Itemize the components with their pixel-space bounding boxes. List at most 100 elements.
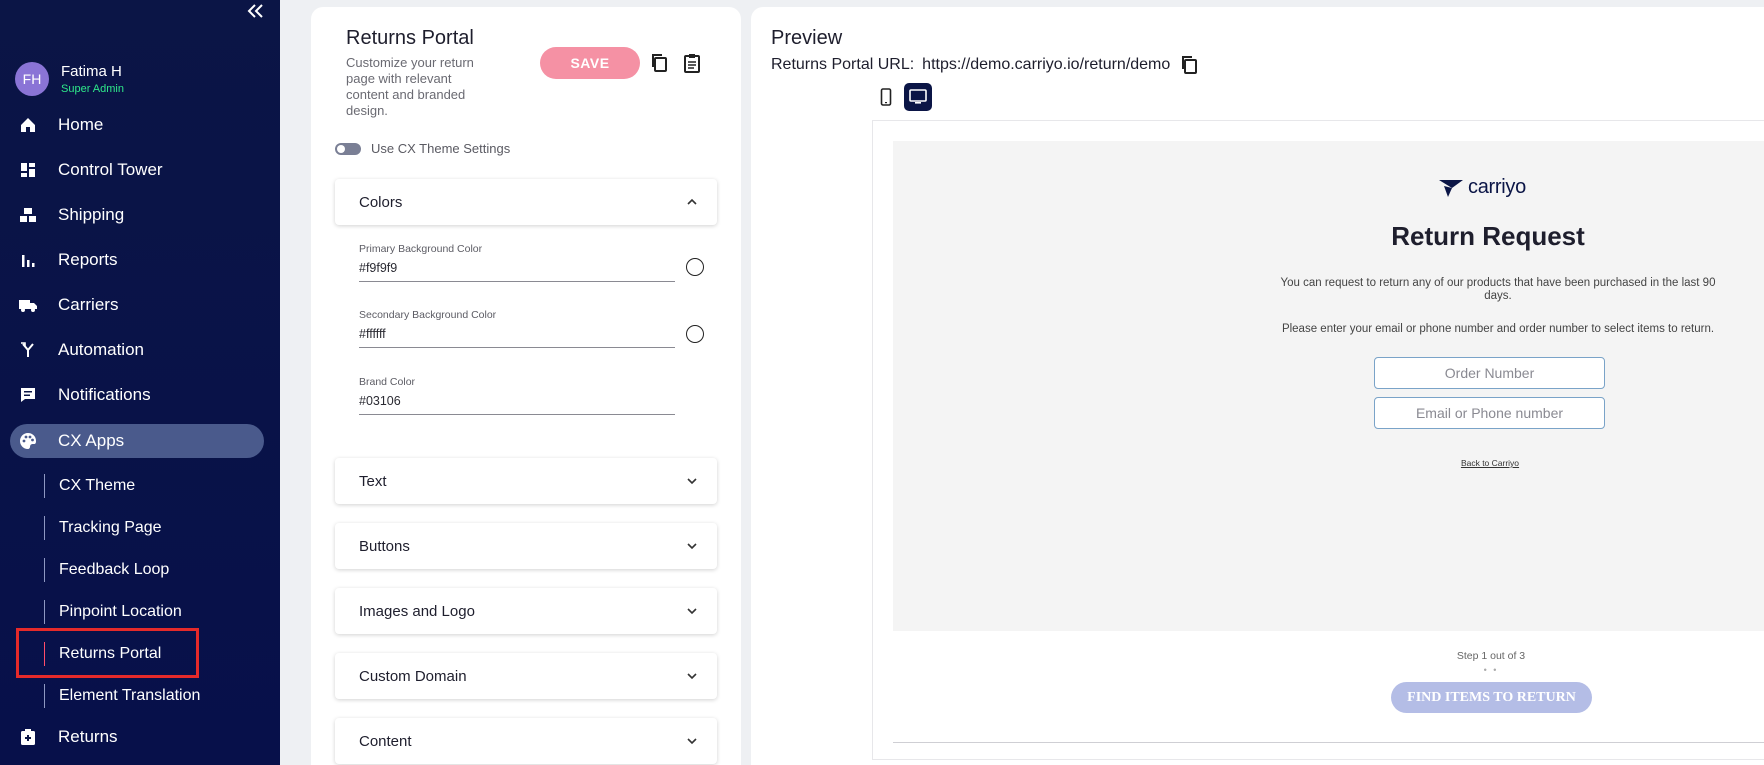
section-label: Images and Logo bbox=[359, 602, 475, 620]
section-label: Buttons bbox=[359, 537, 410, 555]
nav-item-control-tower[interactable]: Control Tower bbox=[10, 153, 264, 187]
chevron-down-icon bbox=[687, 478, 697, 485]
clipboard-icon[interactable] bbox=[681, 52, 703, 74]
avatar: FH bbox=[15, 62, 49, 96]
bar-chart-icon bbox=[18, 250, 38, 270]
returns-icon bbox=[18, 727, 38, 747]
step-indicator: Step 1 out of 3 bbox=[1456, 650, 1526, 662]
copy-url-icon[interactable] bbox=[1180, 55, 1198, 75]
nav-label: Carriers bbox=[58, 295, 119, 314]
url-label: Returns Portal URL: bbox=[771, 56, 915, 73]
chevron-down-icon bbox=[687, 738, 697, 745]
nav-label: Control Tower bbox=[58, 160, 163, 179]
return-request-title: Return Request bbox=[1391, 221, 1585, 251]
nav-item-home[interactable]: Home bbox=[10, 108, 264, 142]
section-label: Text bbox=[359, 472, 387, 490]
chevron-up-icon bbox=[687, 198, 697, 205]
nav-item-returns[interactable]: Returns bbox=[10, 720, 264, 754]
nav-item-carriers[interactable]: Carriers bbox=[10, 288, 264, 322]
step-dots: • • bbox=[1483, 665, 1499, 675]
field-value[interactable]: #ffffff bbox=[359, 327, 675, 348]
sub-item-feedback-loop[interactable]: Feedback Loop bbox=[44, 558, 169, 582]
order-number-input[interactable] bbox=[1374, 357, 1605, 389]
section-text[interactable]: Text bbox=[335, 458, 717, 504]
secondary-bg-color-field[interactable]: Secondary Background Color #ffffff bbox=[359, 309, 675, 348]
cx-theme-toggle[interactable] bbox=[335, 142, 361, 155]
nav-label: Notifications bbox=[58, 385, 151, 404]
nav-label: CX Apps bbox=[58, 431, 125, 450]
sub-item-label: Feedback Loop bbox=[59, 561, 170, 578]
section-images-and-logo[interactable]: Images and Logo bbox=[335, 588, 717, 634]
home-icon bbox=[18, 115, 38, 135]
field-value[interactable]: #03106 bbox=[359, 394, 675, 415]
nav-item-shipping[interactable]: Shipping bbox=[10, 198, 264, 232]
cx-theme-toggle-row: Use CX Theme Settings bbox=[335, 141, 510, 156]
logo-text: carriyo bbox=[1468, 176, 1526, 198]
palette-icon bbox=[18, 431, 38, 451]
divider bbox=[893, 742, 1764, 743]
field-label: Brand Color bbox=[359, 376, 416, 388]
truck-icon bbox=[18, 295, 38, 315]
portal-preview-frame: carriyo Return Request You can request t… bbox=[872, 120, 1764, 760]
nav-item-notifications[interactable]: Notifications bbox=[10, 378, 264, 412]
page-title: Returns Portal bbox=[346, 27, 474, 49]
secondary-color-swatch[interactable] bbox=[686, 325, 704, 343]
nav-label: Reports bbox=[58, 250, 118, 269]
section-label: Content bbox=[359, 732, 412, 750]
nav-item-reports[interactable]: Reports bbox=[10, 243, 264, 277]
sub-item-pinpoint-location[interactable]: Pinpoint Location bbox=[44, 600, 182, 624]
chevron-down-icon bbox=[687, 543, 697, 550]
preview-panel: Preview Returns Portal URL: https://demo… bbox=[751, 7, 1764, 765]
primary-color-swatch[interactable] bbox=[686, 258, 704, 276]
dashboard-icon bbox=[18, 160, 38, 180]
nav-label: Shipping bbox=[58, 205, 125, 224]
user-role: Super Admin bbox=[61, 83, 124, 95]
section-label: Custom Domain bbox=[359, 667, 467, 685]
section-custom-domain[interactable]: Custom Domain bbox=[335, 653, 717, 699]
find-items-button[interactable]: FIND ITEMS TO RETURN bbox=[1391, 682, 1592, 713]
chevron-down-icon bbox=[687, 673, 697, 680]
sub-item-element-translation[interactable]: Element Translation bbox=[44, 684, 200, 708]
primary-bg-color-field[interactable]: Primary Background Color #f9f9f9 bbox=[359, 243, 675, 282]
field-label: Secondary Background Color bbox=[359, 309, 497, 321]
nav-label: Returns bbox=[58, 727, 118, 746]
highlight-box bbox=[16, 628, 199, 678]
sub-item-label: Pinpoint Location bbox=[59, 603, 182, 620]
sub-item-cx-theme[interactable]: CX Theme bbox=[44, 474, 135, 498]
copy-icon[interactable] bbox=[648, 52, 670, 74]
desktop-view-icon[interactable] bbox=[904, 83, 932, 111]
nav-item-cx-apps[interactable]: CX Apps bbox=[10, 424, 264, 458]
user-name: Fatima H bbox=[61, 63, 122, 80]
section-content[interactable]: Content bbox=[335, 718, 717, 764]
portal-content-area: carriyo Return Request You can request t… bbox=[893, 141, 1764, 631]
message-icon bbox=[18, 385, 38, 405]
preview-title: Preview bbox=[771, 27, 843, 49]
url-value[interactable]: https://demo.carriyo.io/return/demo bbox=[922, 56, 1170, 74]
field-label: Primary Background Color bbox=[359, 243, 483, 255]
sidebar: FH Fatima H Super Admin Home Control Tow… bbox=[0, 0, 280, 765]
boxes-icon bbox=[18, 205, 38, 225]
email-phone-input[interactable] bbox=[1374, 397, 1605, 429]
nav-item-automation[interactable]: Automation bbox=[10, 333, 264, 367]
user-profile[interactable]: FH Fatima H Super Admin bbox=[15, 62, 124, 96]
section-label: Colors bbox=[359, 193, 403, 211]
nav-label: Automation bbox=[58, 340, 144, 359]
section-buttons[interactable]: Buttons bbox=[335, 523, 717, 569]
sub-item-label: CX Theme bbox=[59, 477, 136, 494]
back-to-carriyo-link[interactable]: Back to Carriyo bbox=[1448, 458, 1532, 468]
sub-item-label: Element Translation bbox=[59, 687, 201, 704]
settings-panel: Returns Portal Customize your return pag… bbox=[311, 7, 741, 765]
chevron-down-icon bbox=[687, 608, 697, 615]
brand-color-field[interactable]: Brand Color #03106 bbox=[359, 376, 675, 415]
page-description: Customize your return page with relevant… bbox=[346, 55, 474, 118]
sub-item-label: Tracking Page bbox=[59, 519, 162, 536]
return-info-text: You can request to return any of our pro… bbox=[1280, 277, 1716, 302]
save-button[interactable]: SAVE bbox=[540, 47, 640, 79]
sub-item-tracking-page[interactable]: Tracking Page bbox=[44, 516, 162, 540]
collapse-sidebar-icon[interactable] bbox=[245, 2, 267, 20]
return-instruction-text: Please enter your email or phone number … bbox=[1281, 323, 1715, 335]
toggle-label: Use CX Theme Settings bbox=[371, 141, 511, 156]
mobile-view-icon[interactable] bbox=[872, 83, 900, 111]
section-colors[interactable]: Colors bbox=[335, 179, 717, 225]
field-value[interactable]: #f9f9f9 bbox=[359, 261, 675, 282]
